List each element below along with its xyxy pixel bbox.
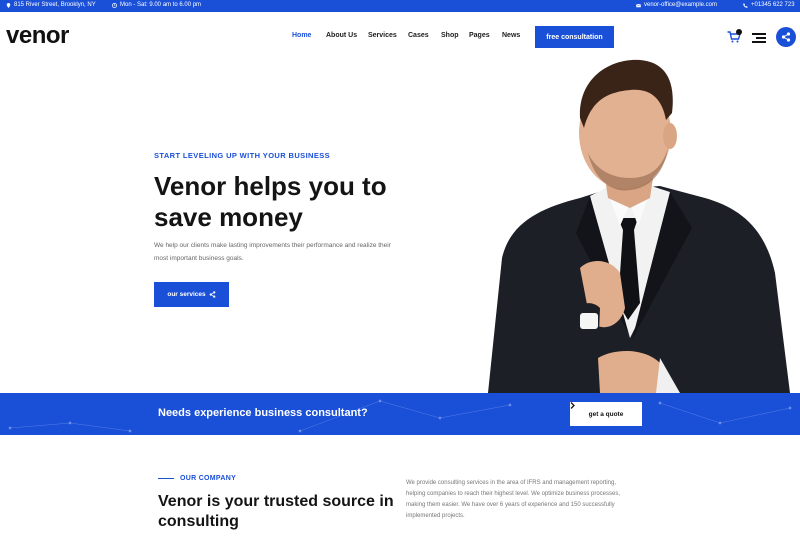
free-consultation-button[interactable]: free consultation [535,26,614,48]
hero-title: Venor helps you to save money [154,171,387,232]
email-text[interactable]: venor-office@example.com [644,2,717,8]
email-info[interactable]: venor-office@example.com [636,2,717,8]
nav-item-about-us[interactable]: About Us [326,32,357,39]
consultant-banner: Needs experience business consultant? ge… [0,393,800,435]
nav-item-pages[interactable]: Pages [469,32,490,39]
site-header: venor Home About Us Services Cases Shop … [0,12,800,58]
cart-count-badge [736,29,742,35]
address-info: 815 River Street, Brooklyn, NY [6,2,96,8]
company-description: We provide consulting services in the ar… [406,480,621,519]
get-a-quote-label: get a quote [588,410,624,418]
top-info-bar: 815 River Street, Brooklyn, NY Mon - Sat… [0,0,800,12]
company-title: Venor is your trusted source in consulti… [158,493,394,530]
arrow-right-icon [570,402,575,409]
clock-icon [112,2,117,8]
site-logo[interactable]: venor [6,22,69,50]
hours-text: Mon - Sat: 9.00 am to 6.00 pm [120,2,202,8]
phone-info[interactable]: +01345 622 723 [743,2,795,8]
banner-text: Needs experience business consultant? [158,407,368,419]
nav-item-shop[interactable]: Shop [441,32,459,39]
phone-text[interactable]: +01345 622 723 [751,2,795,8]
nav-item-news[interactable]: News [502,32,520,39]
hero-kicker: START LEVELING UP WITH YOUR BUSINESS [154,151,331,160]
share-icon [781,32,791,42]
our-services-button[interactable]: our services [154,282,229,307]
address-text: 815 River Street, Brooklyn, NY [14,2,96,8]
network-pattern [8,399,792,433]
nav-item-home[interactable]: Home [292,32,311,39]
company-kicker: OUR COMPANY [158,475,236,482]
mail-icon [636,3,641,7]
get-a-quote-button[interactable]: get a quote [570,402,642,426]
phone-icon [743,2,748,8]
share-button[interactable] [776,27,796,47]
share-icon [209,291,216,298]
company-section: OUR COMPANY Venor is your trusted source… [0,435,800,550]
kicker-line [158,477,174,480]
nav-item-cases[interactable]: Cases [408,32,429,39]
hours-info: Mon - Sat: 9.00 am to 6.00 pm [112,2,201,8]
hero-description: We help our clients make lasting improve… [154,242,391,262]
our-services-label: our services [167,291,206,298]
location-icon [6,2,11,8]
company-kicker-text: OUR COMPANY [180,475,237,482]
hero-section: START LEVELING UP WITH YOUR BUSINESS Ven… [0,58,800,393]
nav-item-services[interactable]: Services [368,32,397,39]
menu-icon[interactable] [752,33,766,43]
businessman-image [488,59,790,393]
